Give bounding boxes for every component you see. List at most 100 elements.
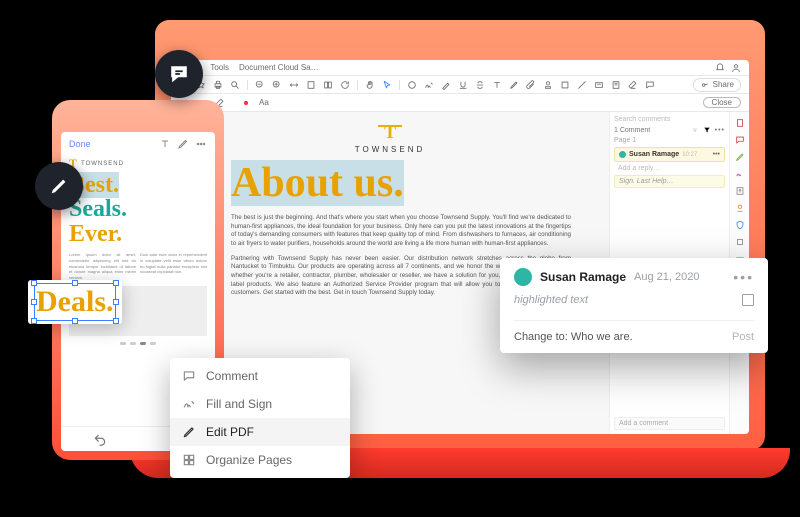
- draw-icon[interactable]: [509, 80, 519, 90]
- erase-icon[interactable]: [628, 80, 638, 90]
- tool-circle-icon[interactable]: [407, 80, 417, 90]
- ctx-label: Fill and Sign: [206, 397, 272, 411]
- ctx-label: Comment: [206, 369, 258, 383]
- resize-handle[interactable]: [31, 280, 37, 286]
- stamp-icon[interactable]: [543, 80, 553, 90]
- ctx-item-organize[interactable]: Organize Pages: [170, 446, 350, 474]
- panel-menu-icon[interactable]: •••: [715, 127, 725, 134]
- commenter-name: Susan Ramage: [629, 151, 679, 158]
- page-view-icon[interactable]: [323, 80, 333, 90]
- share-button[interactable]: Share: [693, 78, 741, 92]
- filter-icon[interactable]: [703, 126, 711, 134]
- resize-handle[interactable]: [113, 280, 119, 286]
- popover-date: Aug 21, 2020: [634, 271, 699, 283]
- close-button[interactable]: Close: [703, 97, 741, 108]
- organize-icon: [182, 453, 196, 467]
- comment-icon: [182, 369, 196, 383]
- rotate-icon[interactable]: [340, 80, 350, 90]
- resize-handle[interactable]: [113, 299, 119, 305]
- done-button[interactable]: Done: [69, 139, 91, 149]
- comment-input[interactable]: Change to: Who we are.: [514, 331, 724, 343]
- search-icon[interactable]: [230, 80, 240, 90]
- text-box-icon[interactable]: [594, 80, 604, 90]
- bell-icon[interactable]: [715, 63, 725, 73]
- more-icon[interactable]: [195, 138, 207, 150]
- chat-fab[interactable]: [155, 50, 203, 98]
- note-icon[interactable]: [611, 80, 621, 90]
- shape-icon[interactable]: [560, 80, 570, 90]
- chat-icon[interactable]: [645, 80, 655, 90]
- ctx-item-edit-pdf[interactable]: Edit PDF: [170, 418, 350, 446]
- clip-icon[interactable]: [526, 80, 536, 90]
- rail-compress-icon[interactable]: [735, 237, 745, 247]
- rail-page-icon[interactable]: [735, 118, 745, 128]
- pencil-icon: [182, 425, 196, 439]
- zoom-in-icon[interactable]: [272, 80, 282, 90]
- underline-icon[interactable]: [458, 80, 468, 90]
- brand-letter: T: [384, 122, 396, 143]
- ctx-item-fill-sign[interactable]: Fill and Sign: [170, 390, 350, 418]
- rail-protect-icon[interactable]: [735, 220, 745, 230]
- mobile-brand: TTOWNSEND: [61, 156, 215, 173]
- menu-tools[interactable]: Tools: [210, 63, 229, 72]
- popover-menu-icon[interactable]: •••: [733, 269, 754, 285]
- resize-handle[interactable]: [31, 318, 37, 324]
- popover-author: Susan Ramage: [540, 270, 626, 284]
- hand-icon[interactable]: [365, 80, 375, 90]
- document-tab[interactable]: Document Cloud Sa…: [239, 63, 319, 72]
- select-arrow-icon[interactable]: [382, 80, 392, 90]
- edit-selection-chip[interactable]: Deals.: [28, 280, 122, 324]
- fit-width-icon[interactable]: [289, 80, 299, 90]
- pen-fab[interactable]: [35, 162, 83, 210]
- mobile-headline: Best. Seals. Ever.: [69, 173, 207, 246]
- resize-handle[interactable]: [72, 318, 78, 324]
- print-icon[interactable]: [213, 80, 223, 90]
- edit-text-icon[interactable]: [159, 138, 171, 150]
- doc-heading[interactable]: About us.: [231, 162, 571, 204]
- rail-stamp-icon[interactable]: [735, 203, 745, 213]
- rail-sign-icon[interactable]: [735, 169, 745, 179]
- share-icon: [700, 80, 710, 90]
- mobile-pager: [69, 342, 207, 345]
- selection-box: [34, 283, 116, 321]
- highlight-icon[interactable]: [441, 80, 451, 90]
- pencil-icon: [49, 176, 69, 196]
- comment-card[interactable]: Susan Ramage 10:27 •••: [614, 147, 725, 162]
- ctx-item-comment[interactable]: Comment: [170, 362, 350, 390]
- chat-bubble-icon: [168, 63, 190, 85]
- add-text-icon[interactable]: [492, 80, 502, 90]
- rail-comment-icon[interactable]: [735, 135, 745, 145]
- mobile-headline-3: Ever.: [69, 222, 207, 246]
- pen-icon[interactable]: [177, 138, 189, 150]
- popover-tag: highlighted text: [514, 294, 588, 306]
- line-icon[interactable]: [577, 80, 587, 90]
- resize-handle[interactable]: [72, 280, 78, 286]
- fit-page-icon[interactable]: [306, 80, 316, 90]
- comment-time: 10:27: [682, 152, 697, 158]
- add-comment[interactable]: Add a comment: [614, 417, 725, 430]
- resolve-checkbox[interactable]: [742, 294, 754, 306]
- search-comments[interactable]: Search comments: [614, 116, 725, 123]
- comment-menu-icon[interactable]: •••: [713, 151, 720, 158]
- resize-handle[interactable]: [113, 318, 119, 324]
- post-button[interactable]: Post: [732, 331, 754, 343]
- resize-handle[interactable]: [31, 299, 37, 305]
- undo-icon[interactable]: [93, 433, 107, 447]
- ctx-label: Edit PDF: [206, 425, 254, 439]
- strike-icon[interactable]: [475, 80, 485, 90]
- zoom-out-icon[interactable]: [255, 80, 265, 90]
- menubar: Home Tools Document Cloud Sa…: [171, 60, 749, 76]
- sign-placeholder[interactable]: Sign. Last Help…: [614, 175, 725, 188]
- share-label: Share: [713, 80, 734, 89]
- user-icon[interactable]: [731, 63, 741, 73]
- color-picker-icon[interactable]: [241, 98, 251, 108]
- rail-edit-icon[interactable]: [735, 152, 745, 162]
- rail-export-icon[interactable]: [735, 186, 745, 196]
- sort-icon[interactable]: [691, 126, 699, 134]
- avatar-icon: [619, 151, 626, 158]
- sign-icon[interactable]: [424, 80, 434, 90]
- reply-input[interactable]: Add a reply…: [614, 165, 725, 172]
- context-menu: Comment Fill and Sign Edit PDF Organize …: [170, 358, 350, 478]
- comments-count: 1 Comment: [614, 127, 650, 134]
- page-label: Page 1: [614, 137, 725, 144]
